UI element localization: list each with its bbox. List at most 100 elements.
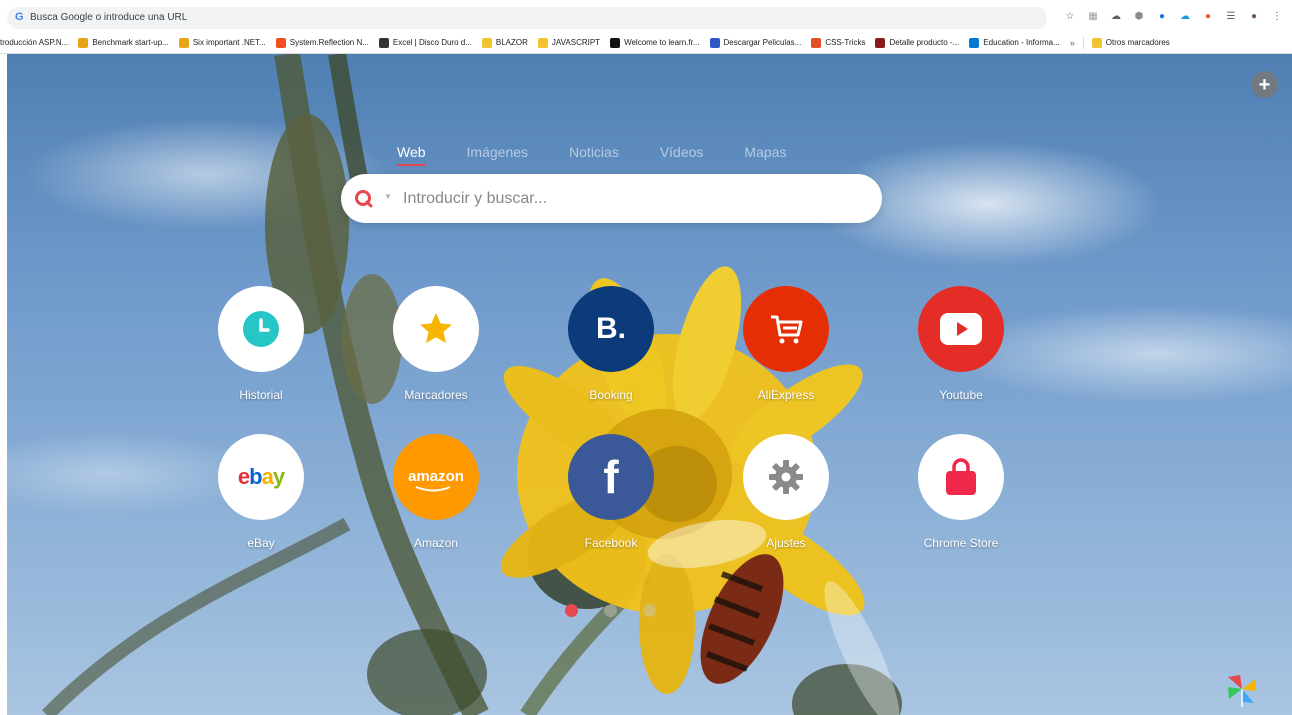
bookmark-favicon-icon xyxy=(275,37,286,48)
bookmark-label: Benchmark start-up... xyxy=(92,38,169,47)
page-dot[interactable] xyxy=(565,604,578,617)
bookmark-item[interactable]: Education - Informa... xyxy=(969,37,1060,48)
orange-ext-icon[interactable]: ● xyxy=(1201,9,1215,23)
tile-label: Facebook xyxy=(584,536,638,550)
tile-marcadores[interactable]: Marcadores xyxy=(376,286,496,406)
tile-label: Ajustes xyxy=(766,536,806,550)
page-dot[interactable] xyxy=(604,604,617,617)
search-box[interactable]: ▼ xyxy=(341,174,882,223)
page-indicator xyxy=(565,604,656,617)
tab-imágenes[interactable]: Imágenes xyxy=(467,144,528,160)
tile-circle[interactable]: B. xyxy=(568,286,654,372)
star-icon xyxy=(420,313,452,343)
youtube-icon xyxy=(940,313,982,345)
tile-label: Youtube xyxy=(939,388,983,402)
bookmark-item[interactable]: Six important .NET... xyxy=(178,37,266,48)
bookmarks-bar: troducción ASP.N... Benchmark start-up...… xyxy=(0,32,1292,54)
bookmark-item[interactable]: Descargar Peliculas... xyxy=(709,37,802,48)
bookmark-label: Descargar Peliculas... xyxy=(723,38,802,47)
pdf-icon[interactable]: ▦ xyxy=(1086,9,1100,23)
tile-circle[interactable]: amazon xyxy=(393,434,479,520)
tile-circle[interactable] xyxy=(743,434,829,520)
blue-cloud-icon[interactable]: ☁ xyxy=(1178,9,1192,23)
bookmark-favicon-icon xyxy=(709,37,720,48)
more-icon[interactable]: ⋮ xyxy=(1270,9,1284,23)
bookmark-label: JAVASCRIPT xyxy=(551,38,601,47)
cloud-icon[interactable]: ☁ xyxy=(1109,9,1123,23)
search-input[interactable] xyxy=(403,186,863,211)
tab-noticias[interactable]: Noticias xyxy=(569,144,619,160)
tile-amazon[interactable]: amazon Amazon xyxy=(376,434,496,554)
bookmark-label: Otros marcadores xyxy=(1105,38,1170,47)
tile-historial[interactable]: Historial xyxy=(201,286,321,406)
tile-ajustes[interactable]: Ajustes xyxy=(726,434,846,554)
playlist-icon[interactable]: ☰ xyxy=(1224,9,1238,23)
bookmark-label: Education - Informa... xyxy=(983,38,1060,47)
address-bar-placeholder[interactable]: Busca Google o introduce una URL xyxy=(30,12,187,23)
page-dot[interactable] xyxy=(643,604,656,617)
tab-vídeos[interactable]: Vídeos xyxy=(660,144,704,160)
bookmark-favicon-icon xyxy=(811,37,822,48)
tile-ebay[interactable]: ebay eBay xyxy=(201,434,321,554)
bookmark-favicon-icon xyxy=(378,37,389,48)
tile-label: Amazon xyxy=(413,536,459,550)
amazon-smile xyxy=(415,486,451,492)
bookmarks-overflow-button[interactable]: » xyxy=(1070,38,1075,48)
engine-dropdown-icon[interactable]: ▼ xyxy=(384,192,392,201)
clock-icon xyxy=(243,311,279,347)
bookmark-label: System.Reflection N... xyxy=(289,38,369,47)
bookmark-item[interactable]: CSS-Tricks xyxy=(811,37,865,48)
pinwheel-logo-icon[interactable] xyxy=(1224,671,1260,707)
tile-label: Historial xyxy=(239,388,283,402)
tile-label: Booking xyxy=(589,388,633,402)
bookmark-item[interactable]: BLAZOR xyxy=(481,37,528,48)
amazon-icon: amazon xyxy=(408,468,464,492)
tile-youtube[interactable]: Youtube xyxy=(901,286,1021,406)
tile-circle[interactable] xyxy=(743,286,829,372)
search-engine-icon[interactable] xyxy=(354,189,374,209)
tab-mapas[interactable]: Mapas xyxy=(744,144,786,160)
bookmark-item[interactable]: Welcome to learn.fr... xyxy=(610,37,700,48)
bookmark-label: troducción ASP.N... xyxy=(0,38,69,47)
tile-facebook[interactable]: f Facebook xyxy=(551,434,671,554)
extensions-area: ☆ ▦ ☁ ⬢ ● ☁ ● ☰ ● ⋮ xyxy=(1063,9,1284,23)
bookmark-item[interactable]: Excel | Disco Duro d... xyxy=(378,37,472,48)
add-shortcut-button[interactable]: + xyxy=(1251,71,1278,98)
folder-icon xyxy=(1091,37,1102,48)
google-icon: G xyxy=(15,11,24,23)
search-tabs: Web Imágenes Noticias Vídeos Mapas xyxy=(397,144,827,166)
tab-web[interactable]: Web xyxy=(397,144,426,166)
avatar-icon[interactable]: ● xyxy=(1247,9,1261,23)
tile-circle[interactable] xyxy=(918,434,1004,520)
bookmark-item[interactable]: System.Reflection N... xyxy=(275,37,369,48)
tile-label: Marcadores xyxy=(404,388,468,402)
tile-booking[interactable]: B. Booking xyxy=(551,286,671,406)
bookmark-favicon-icon xyxy=(178,37,189,48)
bookmark-label: Excel | Disco Duro d... xyxy=(392,38,472,47)
info-icon[interactable]: ● xyxy=(1155,9,1169,23)
tile-circle[interactable]: ebay xyxy=(218,434,304,520)
bookmark-item[interactable]: Detalle producto -... xyxy=(875,37,960,48)
tile-circle[interactable] xyxy=(393,286,479,372)
tile-label: AliExpress xyxy=(757,388,815,402)
bookmark-item[interactable]: Benchmark start-up... xyxy=(78,37,169,48)
bookmark-favicon-icon xyxy=(969,37,980,48)
gear-icon xyxy=(769,460,803,494)
bag-icon xyxy=(946,458,976,495)
tile-circle[interactable]: f xyxy=(568,434,654,520)
other-bookmarks-folder[interactable]: Otros marcadores xyxy=(1091,37,1170,48)
ebay-icon: ebay xyxy=(237,464,285,489)
bookmark-favicon-icon xyxy=(875,37,886,48)
bookmark-label: BLAZOR xyxy=(495,38,528,47)
tile-circle[interactable] xyxy=(918,286,1004,372)
tile-chrome-store[interactable]: Chrome Store xyxy=(901,434,1021,554)
shield-icon[interactable]: ⬢ xyxy=(1132,9,1146,23)
bookmark-favicon-icon xyxy=(610,37,621,48)
bookmark-label: Detalle producto -... xyxy=(889,38,960,47)
tile-aliexpress[interactable]: AliExpress xyxy=(726,286,846,406)
bookmark-item[interactable]: troducción ASP.N... xyxy=(0,38,68,47)
bookmark-item[interactable]: JAVASCRIPT xyxy=(537,37,601,48)
bookmark-label: Six important .NET... xyxy=(192,38,266,47)
tile-circle[interactable] xyxy=(218,286,304,372)
star-icon[interactable]: ☆ xyxy=(1063,9,1077,23)
